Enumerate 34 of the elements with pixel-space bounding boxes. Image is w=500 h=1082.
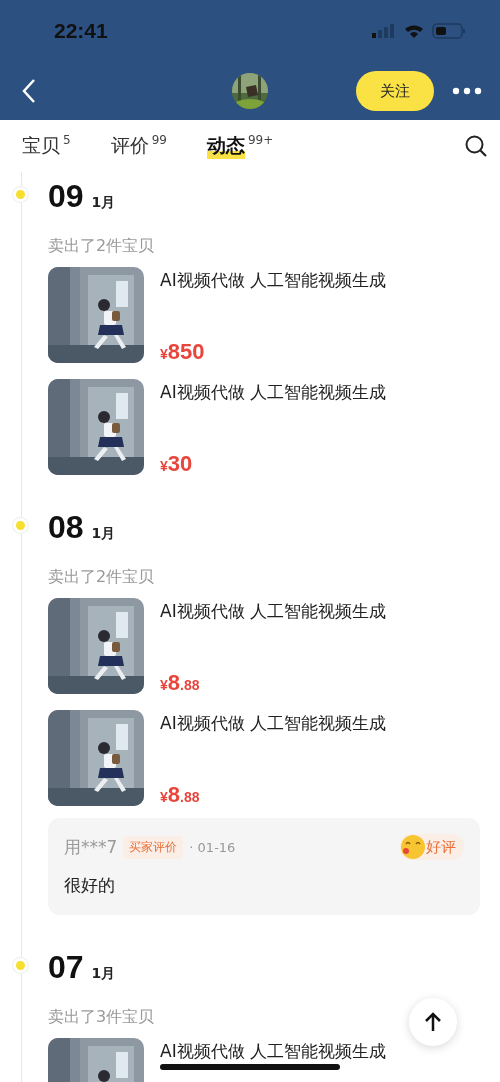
- more-icon[interactable]: [452, 87, 482, 95]
- product-price: ¥8.88: [160, 784, 201, 806]
- review-tag: 买家评价: [123, 835, 184, 859]
- product-title[interactable]: AI视频代做 人工智能视频生成: [160, 269, 387, 292]
- search-icon[interactable]: [464, 134, 488, 158]
- back-icon[interactable]: [22, 78, 36, 104]
- product-title[interactable]: AI视频代做 人工智能视频生成: [160, 1040, 387, 1063]
- day-number: 08: [48, 509, 84, 546]
- review-date: · 01-16: [189, 839, 236, 855]
- product-title[interactable]: AI视频代做 人工智能视频生成: [160, 712, 387, 735]
- battery-icon: [432, 23, 466, 39]
- wifi-icon: [404, 24, 424, 38]
- follow-button[interactable]: 关注: [356, 71, 434, 111]
- rating-badge: 好评: [400, 834, 464, 860]
- month-label: 1月: [91, 965, 116, 983]
- review-text: 很好的: [64, 874, 116, 897]
- sold-summary: 卖出了2件宝贝: [48, 236, 155, 257]
- product-title[interactable]: AI视频代做 人工智能视频生成: [160, 381, 387, 404]
- reviewer-name: 用***7: [64, 835, 118, 859]
- sold-summary: 卖出了2件宝贝: [48, 567, 155, 588]
- product-price: ¥850: [160, 341, 206, 363]
- day-number: 09: [48, 178, 84, 215]
- status-time: 22:41: [54, 19, 108, 43]
- smiley-icon: [400, 834, 426, 860]
- scroll-top-button[interactable]: [409, 998, 457, 1046]
- day-number: 07: [48, 949, 84, 986]
- sold-summary: 卖出了3件宝贝: [48, 1007, 155, 1028]
- product-price: ¥8.88: [160, 672, 201, 694]
- signal-icon: [372, 24, 396, 38]
- arrow-up-icon: [425, 1012, 441, 1032]
- product-price: ¥30: [160, 453, 194, 475]
- product-title[interactable]: AI视频代做 人工智能视频生成: [160, 600, 387, 623]
- month-label: 1月: [91, 525, 116, 543]
- month-label: 1月: [91, 194, 116, 212]
